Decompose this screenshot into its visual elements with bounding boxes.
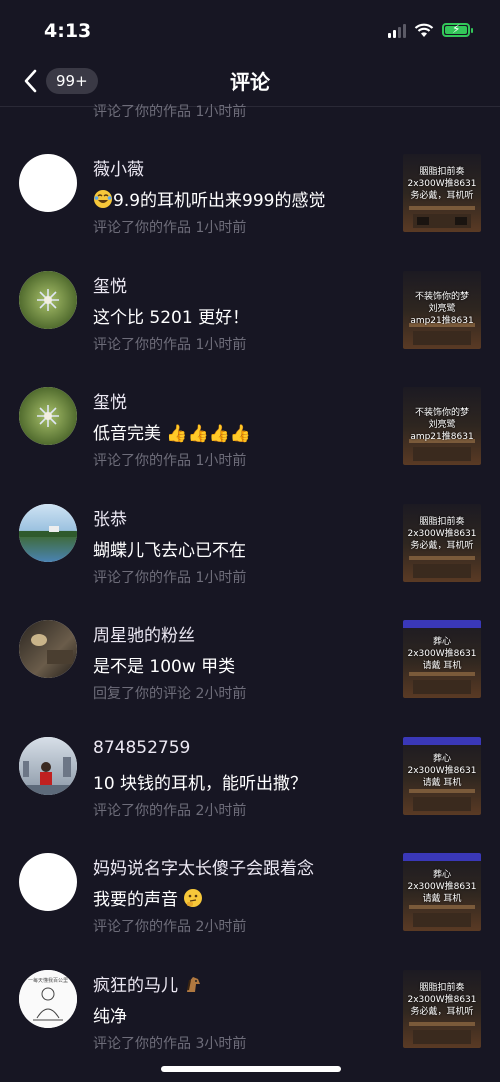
list-item[interactable]: 薇小薇 9.9的耳机听出来999的感觉 评论了你的作品 1小时前 胭脂扣前奏 2x… bbox=[0, 122, 500, 239]
status-time: 4:13 bbox=[44, 20, 92, 42]
nav-bar: 99+ 评论 bbox=[0, 58, 500, 107]
list-item[interactable]: 周星驰的粉丝 是不是 100w 甲类 回复了你的评论 2小时前 葬心 2x300W… bbox=[0, 588, 500, 705]
comment-body: 低音完美 bbox=[93, 424, 161, 444]
user-name[interactable]: 妈妈说名字太长傻子会跟着念 bbox=[93, 854, 314, 879]
video-thumbnail[interactable]: 胭脂扣前奏 2x300W推8631 务必戴，耳机听 bbox=[403, 503, 481, 582]
avatar[interactable] bbox=[19, 154, 77, 212]
battery-icon: ⚡ bbox=[442, 22, 473, 37]
comment-text: 低音完美 👍👍👍👍 bbox=[93, 419, 251, 444]
thumbnail-caption: 葬心 2x300W推8631 请戴 耳机 bbox=[407, 870, 477, 904]
activity-meta: 回复了你的评论 2小时前 bbox=[93, 686, 247, 702]
activity-meta: 评论了你的作品 1小时前 bbox=[93, 453, 247, 469]
user-name[interactable]: 薇小薇 bbox=[93, 155, 144, 180]
video-thumbnail[interactable]: 不装饰你的梦 刘亮鹭 amp21推8631 bbox=[403, 270, 481, 349]
thumbnail-caption: 葬心 2x300W推8631 请戴 耳机 bbox=[407, 637, 477, 671]
comment-text: 蝴蝶儿飞去心已不在 bbox=[93, 540, 246, 561]
comment-text: 我要的声音 bbox=[93, 885, 203, 910]
svg-text:一每天懂我百公里: 一每天懂我百公里 bbox=[28, 977, 68, 984]
avatar[interactable] bbox=[19, 503, 77, 562]
thumbnail-caption: 胭脂扣前奏 2x300W推8631 务必戴，耳机听 bbox=[407, 982, 477, 1017]
activity-meta: 评论了你的作品 1小时前 bbox=[93, 220, 247, 236]
avatar[interactable] bbox=[19, 387, 77, 445]
comment-text: 10 块钱的耳机，能听出撒？ bbox=[93, 773, 308, 794]
video-thumbnail[interactable]: 葬心 2x300W推8631 请戴 耳机 bbox=[403, 736, 481, 815]
status-bar: 4:13 ⚡ bbox=[0, 0, 500, 58]
wifi-icon bbox=[414, 23, 434, 37]
user-name[interactable]: 874852759 bbox=[93, 738, 190, 758]
video-thumbnail[interactable]: 葬心 2x300W推8631 请戴 耳机 bbox=[403, 620, 481, 698]
thumbnail-caption: 不装饰你的梦 刘亮鹭 amp21推8631 bbox=[410, 291, 474, 326]
comment-text: 纯净 bbox=[93, 1006, 127, 1027]
video-thumbnail[interactable]: 胭脂扣前奏 2x300W推8631 务必戴，耳机听 bbox=[403, 154, 481, 232]
video-thumbnail[interactable]: 不装饰你的梦 刘亮鹭 amp21推8631 bbox=[403, 387, 481, 465]
home-indicator[interactable] bbox=[161, 1066, 341, 1072]
avatar[interactable] bbox=[19, 270, 77, 329]
activity-meta: 评论了你的作品 3小时前 bbox=[93, 1035, 247, 1052]
status-icons: ⚡ bbox=[388, 22, 473, 38]
thumbs-up-emoji-icon: 👍👍👍👍 bbox=[166, 424, 252, 444]
avatar[interactable]: 一每天懂我百公里 bbox=[19, 969, 77, 1028]
list-item[interactable]: 妈妈说名字太长傻子会跟着念 我要的声音 评论了你的作品 2小时前 葬心 2x300… bbox=[0, 821, 500, 938]
user-name[interactable]: 疯狂的马儿 bbox=[93, 971, 203, 996]
avatar[interactable] bbox=[19, 853, 77, 911]
notification-list: 薇小薇 9.9的耳机听出来999的感觉 评论了你的作品 1小时前 胭脂扣前奏 2x… bbox=[0, 122, 500, 1054]
comment-text: 是不是 100w 甲类 bbox=[93, 657, 236, 677]
partial-row-meta: 评论了你的作品 1小时前 bbox=[93, 104, 247, 120]
activity-meta: 评论了你的作品 1小时前 bbox=[93, 569, 247, 586]
thumbnail-caption: 胭脂扣前奏 2x300W推8631 务必戴，耳机听 bbox=[407, 516, 477, 551]
signal-icon bbox=[388, 22, 406, 38]
list-item[interactable]: 一每天懂我百公里 疯狂的马儿 纯净 评论了你的作品 3小时前 胭脂扣前奏 2x30… bbox=[0, 938, 500, 1055]
thinking-emoji-icon bbox=[184, 889, 203, 907]
activity-meta: 评论了你的作品 1小时前 bbox=[93, 336, 247, 353]
activity-meta: 评论了你的作品 2小时前 bbox=[93, 919, 247, 935]
avatar[interactable] bbox=[19, 620, 77, 678]
thumbnail-caption: 葬心 2x300W推8631 请戴 耳机 bbox=[407, 753, 477, 788]
user-name[interactable]: 周星驰的粉丝 bbox=[93, 621, 195, 646]
comment-body: 9.9的耳机听出来999的感觉 bbox=[113, 191, 326, 211]
activity-meta: 评论了你的作品 2小时前 bbox=[93, 802, 247, 819]
video-thumbnail[interactable]: 胭脂扣前奏 2x300W推8631 务必戴，耳机听 bbox=[403, 969, 481, 1048]
list-item[interactable]: 张恭 蝴蝶儿飞去心已不在 评论了你的作品 1小时前 胭脂扣前奏 2x300W推86… bbox=[0, 472, 500, 589]
video-thumbnail[interactable]: 葬心 2x300W推8631 请戴 耳机 bbox=[403, 853, 481, 931]
avatar[interactable] bbox=[19, 736, 77, 795]
cry-laugh-emoji-icon bbox=[94, 190, 112, 208]
thumbnail-caption: 不装饰你的梦 刘亮鹭 amp21推8631 bbox=[410, 408, 474, 442]
user-name[interactable]: 张恭 bbox=[93, 505, 127, 530]
comment-text: 9.9的耳机听出来999的感觉 bbox=[93, 186, 325, 211]
comment-body: 我要的声音 bbox=[93, 890, 178, 910]
list-item[interactable]: 玺悦 这个比 5201 更好！ 评论了你的作品 1小时前 不装饰你的梦 刘亮鹭 am… bbox=[0, 239, 500, 356]
list-item[interactable]: 玺悦 低音完美 👍👍👍👍 评论了你的作品 1小时前 不装饰你的梦 刘亮鹭 amp21… bbox=[0, 355, 500, 472]
user-name[interactable]: 玺悦 bbox=[93, 272, 127, 297]
list-item[interactable]: 874852759 10 块钱的耳机，能听出撒？ 评论了你的作品 2小时前 葬心… bbox=[0, 705, 500, 822]
horse-emoji-icon bbox=[187, 976, 201, 992]
thumbnail-caption: 胭脂扣前奏 2x300W推8631 务必戴，耳机听 bbox=[407, 167, 477, 201]
page-title: 评论 bbox=[230, 70, 270, 94]
user-name[interactable]: 玺悦 bbox=[93, 388, 127, 413]
comment-text: 这个比 5201 更好！ bbox=[93, 307, 250, 328]
